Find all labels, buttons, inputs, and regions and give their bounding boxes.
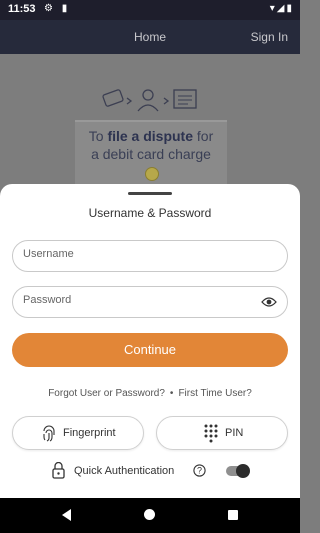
username-input[interactable] bbox=[23, 248, 243, 260]
status-left-icons: ⚙ ▮ bbox=[44, 3, 71, 14]
back-icon[interactable] bbox=[62, 509, 71, 521]
nav-signin-link[interactable]: Sign In bbox=[251, 30, 288, 44]
dispute-process-illustration bbox=[102, 89, 197, 112]
login-bottom-sheet: Username & Password Continue Forgot User… bbox=[0, 184, 300, 498]
coin-icon bbox=[145, 167, 159, 181]
status-bar: 11:53 ⚙ ▮ ▾◢▮ bbox=[0, 0, 300, 20]
fingerprint-button[interactable]: Fingerprint bbox=[12, 416, 144, 450]
home-icon[interactable] bbox=[144, 509, 155, 520]
status-right-icons: ▾◢▮ bbox=[269, 3, 294, 14]
pin-button[interactable]: PIN bbox=[156, 416, 288, 450]
promo-line-2: a debit card charge bbox=[91, 146, 211, 162]
status-time: 11:53 bbox=[8, 3, 36, 15]
nav-home-link[interactable]: Home bbox=[134, 30, 166, 44]
eye-icon[interactable] bbox=[261, 295, 277, 309]
android-navigation-bar bbox=[0, 498, 300, 533]
first-time-user-link[interactable]: First Time User? bbox=[178, 388, 251, 399]
keypad-icon bbox=[204, 424, 218, 443]
sheet-drag-handle[interactable] bbox=[128, 192, 172, 195]
help-links: Forgot User or Password? • First Time User… bbox=[0, 388, 300, 399]
svg-text:?: ? bbox=[197, 466, 202, 476]
sheet-title: Username & Password bbox=[88, 206, 212, 220]
toggle-thumb bbox=[236, 464, 250, 478]
forgot-user-password-link[interactable]: Forgot User or Password? bbox=[48, 388, 165, 399]
password-input[interactable] bbox=[23, 294, 243, 306]
help-icon[interactable]: ? bbox=[193, 464, 206, 477]
quick-auth-label: Quick Authentication bbox=[74, 465, 175, 477]
app-header: Home Sign In bbox=[0, 20, 300, 54]
link-separator: • bbox=[169, 388, 174, 399]
recents-icon[interactable] bbox=[228, 510, 238, 520]
username-field-container[interactable] bbox=[12, 240, 288, 272]
fingerprint-icon bbox=[43, 425, 55, 442]
quick-auth-toggle[interactable] bbox=[226, 464, 252, 478]
password-field-container[interactable] bbox=[12, 286, 288, 318]
lock-icon bbox=[52, 462, 65, 479]
quick-authentication-row: Quick Authentication ? bbox=[0, 462, 300, 484]
fingerprint-label: Fingerprint bbox=[63, 427, 116, 439]
promo-line-1: To file a dispute for bbox=[88, 128, 214, 144]
continue-button[interactable]: Continue bbox=[12, 333, 288, 367]
dispute-promo-card: To file a dispute for a debit card charg… bbox=[75, 120, 227, 192]
pin-label: PIN bbox=[225, 427, 244, 439]
